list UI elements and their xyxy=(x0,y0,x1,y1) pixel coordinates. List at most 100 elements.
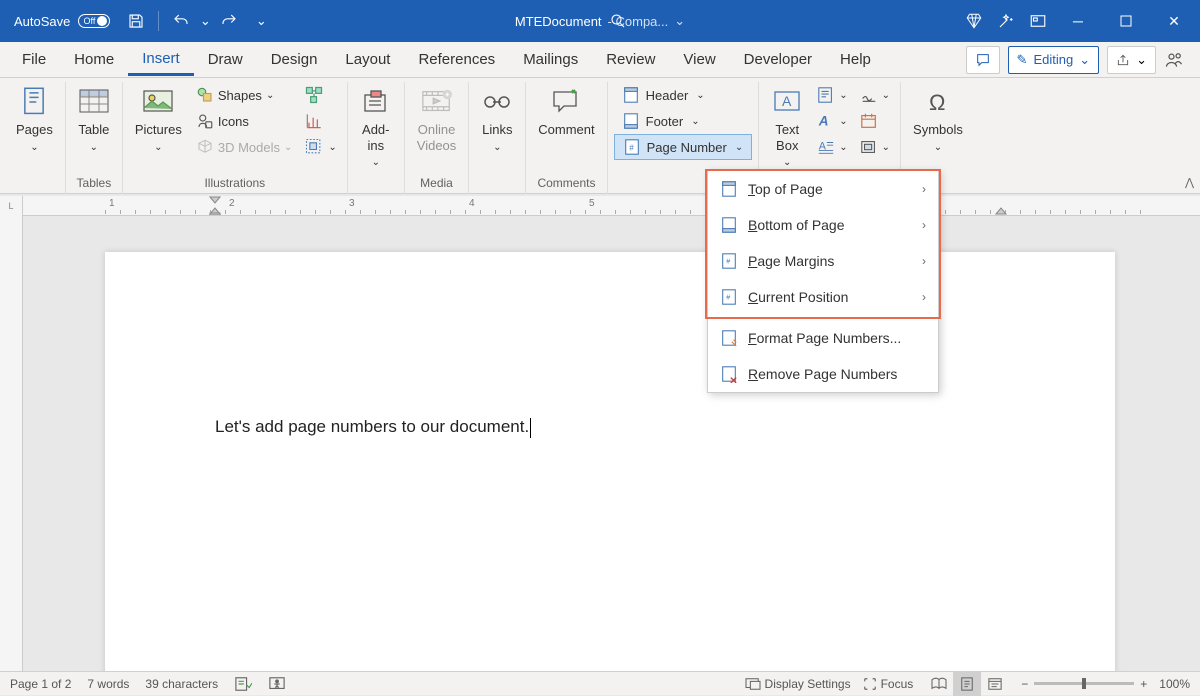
share-button[interactable]: ⌄ xyxy=(1107,46,1156,74)
diamond-icon[interactable] xyxy=(960,7,988,35)
status-page[interactable]: Page 1 of 2 xyxy=(10,677,71,691)
status-bar: Page 1 of 2 7 words 39 characters Displa… xyxy=(0,671,1200,695)
tab-developer[interactable]: Developer xyxy=(730,45,826,74)
icons-button[interactable]: Icons xyxy=(192,108,297,134)
dd-page-margins[interactable]: #Page Margins› xyxy=(708,243,938,279)
text-box-button[interactable]: A Text Box⌄ xyxy=(765,82,809,173)
pages-button[interactable]: Pages⌄ xyxy=(10,82,59,158)
comment-icon xyxy=(550,86,582,118)
group-tables: Table⌄ Tables xyxy=(66,82,123,194)
symbols-button[interactable]: Ω Symbols⌄ xyxy=(907,82,969,158)
svg-text:#: # xyxy=(726,293,730,302)
account-icon[interactable] xyxy=(1164,50,1192,70)
status-accessibility-icon[interactable] xyxy=(268,676,286,692)
svg-text:#: # xyxy=(726,257,730,266)
save-icon[interactable] xyxy=(122,7,150,35)
collapse-ribbon-button[interactable]: ⋀ xyxy=(1185,176,1194,189)
maximize-button[interactable] xyxy=(1104,0,1148,42)
print-layout-button[interactable] xyxy=(953,672,981,696)
status-words[interactable]: 7 words xyxy=(87,677,129,691)
group-illustrations: Pictures⌄ Shapes⌄ Icons 3D Models⌄ ⌄ Ill… xyxy=(123,82,348,194)
zoom-level[interactable]: 100% xyxy=(1159,677,1190,691)
video-icon xyxy=(421,86,453,118)
svg-text:#: # xyxy=(629,144,634,153)
view-mode-buttons xyxy=(925,672,1009,696)
wand-icon[interactable] xyxy=(992,7,1020,35)
tab-file[interactable]: File xyxy=(8,45,60,74)
dd-top-of-page[interactable]: Top of Page› xyxy=(708,171,938,207)
footer-button[interactable]: Footer⌄ xyxy=(614,108,753,134)
redo-button[interactable] xyxy=(215,7,243,35)
wordart-button[interactable]: A⌄ xyxy=(813,108,851,134)
focus-button[interactable]: Focus xyxy=(863,677,914,691)
read-mode-button[interactable] xyxy=(925,672,953,696)
object-button[interactable]: ⌄ xyxy=(856,134,894,160)
addins-button[interactable]: Add- ins⌄ xyxy=(354,82,398,173)
tab-view[interactable]: View xyxy=(669,45,729,74)
tab-insert[interactable]: Insert xyxy=(128,44,194,76)
header-button[interactable]: Header⌄ xyxy=(614,82,753,108)
tab-review[interactable]: Review xyxy=(592,45,669,74)
toggle-off-icon: Off xyxy=(78,14,110,28)
qat-customize[interactable]: ⌄ xyxy=(247,7,275,35)
ribbon-display-icon[interactable] xyxy=(1024,7,1052,35)
chart-button[interactable] xyxy=(300,108,340,134)
table-button[interactable]: Table⌄ xyxy=(72,82,116,158)
ribbon: Pages⌄ . Table⌄ Tables Pictures⌄ Shapes⌄… xyxy=(0,78,1200,194)
svg-text:A: A xyxy=(782,93,792,109)
undo-dropdown[interactable]: ⌄ xyxy=(199,7,211,35)
minimize-button[interactable]: ─ xyxy=(1056,0,1100,42)
tab-design[interactable]: Design xyxy=(257,45,332,74)
shapes-button[interactable]: Shapes⌄ xyxy=(192,82,297,108)
textbox-icon: A xyxy=(771,86,803,118)
zoom-in-button[interactable]: + xyxy=(1140,677,1147,691)
tab-mailings[interactable]: Mailings xyxy=(509,45,592,74)
zoom-slider[interactable]: − + xyxy=(1021,677,1147,691)
editing-mode-button[interactable]: ✎Editing⌄ xyxy=(1008,46,1100,74)
vertical-ruler[interactable] xyxy=(0,216,23,671)
close-button[interactable]: ✕ xyxy=(1152,0,1196,42)
drop-cap-button[interactable]: A⌄ xyxy=(813,134,851,160)
status-spelling-icon[interactable] xyxy=(234,676,252,692)
dd-remove-page-numbers[interactable]: Remove Page Numbers xyxy=(708,356,938,392)
quick-access-toolbar: ⌄ ⌄ xyxy=(122,7,275,35)
screenshot-button[interactable]: ⌄ xyxy=(300,134,340,160)
horizontal-ruler[interactable]: 1234567 xyxy=(23,196,1200,216)
tab-home[interactable]: Home xyxy=(60,45,128,74)
zoom-out-button[interactable]: − xyxy=(1021,677,1028,691)
comments-pane-button[interactable] xyxy=(966,46,1000,74)
group-links: Links⌄ . xyxy=(469,82,526,194)
table-icon xyxy=(78,86,110,118)
pictures-icon xyxy=(142,86,174,118)
addins-icon xyxy=(360,86,392,118)
tab-references[interactable]: References xyxy=(404,45,509,74)
web-layout-button[interactable] xyxy=(981,672,1009,696)
document-body-text[interactable]: Let's add page numbers to our document. xyxy=(215,416,531,438)
search-icon[interactable] xyxy=(604,7,632,35)
tab-layout[interactable]: Layout xyxy=(331,45,404,74)
autosave-label: AutoSave xyxy=(14,14,70,29)
smartart-button[interactable] xyxy=(300,82,340,108)
document-area: L 1234567 Let's add page numbers to our … xyxy=(0,196,1200,671)
undo-button[interactable] xyxy=(167,7,195,35)
group-addins: Add- ins⌄ . xyxy=(348,82,405,194)
comment-button[interactable]: Comment xyxy=(532,82,600,142)
page-number-button[interactable]: #Page Number⌄ xyxy=(614,134,753,160)
tab-help[interactable]: Help xyxy=(826,45,885,74)
ruler-corner: L xyxy=(0,196,23,216)
display-settings-button[interactable]: Display Settings xyxy=(745,677,851,691)
tab-draw[interactable]: Draw xyxy=(194,45,257,74)
3d-models-button[interactable]: 3D Models⌄ xyxy=(192,134,297,160)
signature-line-button[interactable]: ⌄ xyxy=(856,82,894,108)
dd-current-position[interactable]: #Current Position› xyxy=(708,279,938,315)
dd-bottom-of-page[interactable]: Bottom of Page› xyxy=(708,207,938,243)
document-page[interactable]: Let's add page numbers to our document. xyxy=(105,252,1115,682)
status-chars[interactable]: 39 characters xyxy=(145,677,218,691)
date-time-button[interactable] xyxy=(856,108,894,134)
autosave-toggle[interactable]: AutoSave Off xyxy=(14,14,110,29)
links-button[interactable]: Links⌄ xyxy=(475,82,519,158)
page-number-dropdown: Top of Page› Bottom of Page› #Page Margi… xyxy=(707,170,939,393)
pictures-button[interactable]: Pictures⌄ xyxy=(129,82,188,158)
quick-parts-button[interactable]: ⌄ xyxy=(813,82,851,108)
dd-format-page-numbers[interactable]: Format Page Numbers... xyxy=(708,320,938,356)
